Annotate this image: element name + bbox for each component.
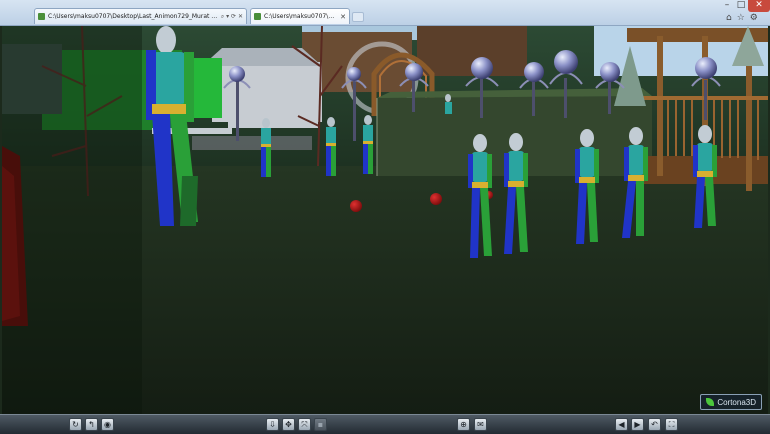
study-button[interactable]: ◉ xyxy=(101,418,114,431)
brand-label: Cortona3D xyxy=(717,397,756,407)
settings-gear-icon[interactable]: ⚙ xyxy=(750,13,758,23)
vrml-3d-viewport[interactable]: Cortona3D xyxy=(2,26,768,414)
shadow-vignette xyxy=(2,26,142,414)
roll-button[interactable]: ▪ xyxy=(314,418,327,431)
cortona-nav-toolbar: ↻ ↰ ◉ ⇩ ✥ ⤧ ▪ ⊕ ✉ ◀ ▶ ↶ ⛶ xyxy=(0,414,770,434)
page-favicon-icon xyxy=(254,13,261,20)
prev-viewpoint-button[interactable]: ◀ xyxy=(615,418,628,431)
park-bench xyxy=(228,122,318,128)
address-controls-icon[interactable]: ⌕ ▾ ⟳ ✕ xyxy=(221,13,243,21)
goto-button[interactable]: ⊕ xyxy=(457,418,470,431)
close-tab-icon[interactable]: ✕ xyxy=(340,13,346,21)
cortona3d-logo[interactable]: Cortona3D xyxy=(700,394,762,410)
align-button[interactable]: ✉ xyxy=(474,418,487,431)
favorites-star-icon[interactable]: ☆ xyxy=(737,13,745,23)
new-tab-button[interactable] xyxy=(352,12,364,22)
home-icon[interactable]: ⌂ xyxy=(726,13,732,23)
walk-button[interactable]: ↰ xyxy=(85,418,98,431)
restore-button[interactable]: ↶ xyxy=(648,418,661,431)
page-favicon-icon xyxy=(38,13,45,20)
cortona-leaf-icon xyxy=(706,398,715,406)
fit-button[interactable]: ⛶ xyxy=(665,418,678,431)
walkway-tiles xyxy=(192,136,312,150)
plan-button[interactable]: ⇩ xyxy=(266,418,279,431)
tab-welcome[interactable]: C:\Users\maksu0707\Desktop\Last_Animon72… xyxy=(34,8,247,24)
red-ball xyxy=(430,193,442,205)
maximize-button[interactable]: □ xyxy=(734,0,748,12)
red-ball xyxy=(350,200,362,212)
browser-corner-icons: ⌂ ☆ ⚙ xyxy=(726,13,758,23)
pan-button[interactable]: ✥ xyxy=(282,418,295,431)
turn-button[interactable]: ↻ xyxy=(69,418,82,431)
pavilion-post xyxy=(657,36,663,176)
browser-window: C:\Users\maksu0707\Desktop\Last_Animon72… xyxy=(0,0,770,434)
tab-second[interactable]: C:\Users\maksu0707\Deskt... ✕ xyxy=(250,8,350,24)
close-window-button[interactable]: ✕ xyxy=(748,0,770,12)
tilt-button[interactable]: ⤧ xyxy=(298,418,311,431)
scene-canvas[interactable] xyxy=(2,26,768,414)
white-building xyxy=(212,62,322,122)
tab-strip: C:\Users\maksu0707\Desktop\Last_Animon72… xyxy=(0,0,770,26)
tab-title: C:\Users\maksu0707\Desktop\Last_Animon72… xyxy=(48,13,218,20)
tab-title: C:\Users\maksu0707\Deskt... xyxy=(264,13,337,20)
next-viewpoint-button[interactable]: ▶ xyxy=(631,418,644,431)
minimize-button[interactable]: – xyxy=(720,0,734,12)
